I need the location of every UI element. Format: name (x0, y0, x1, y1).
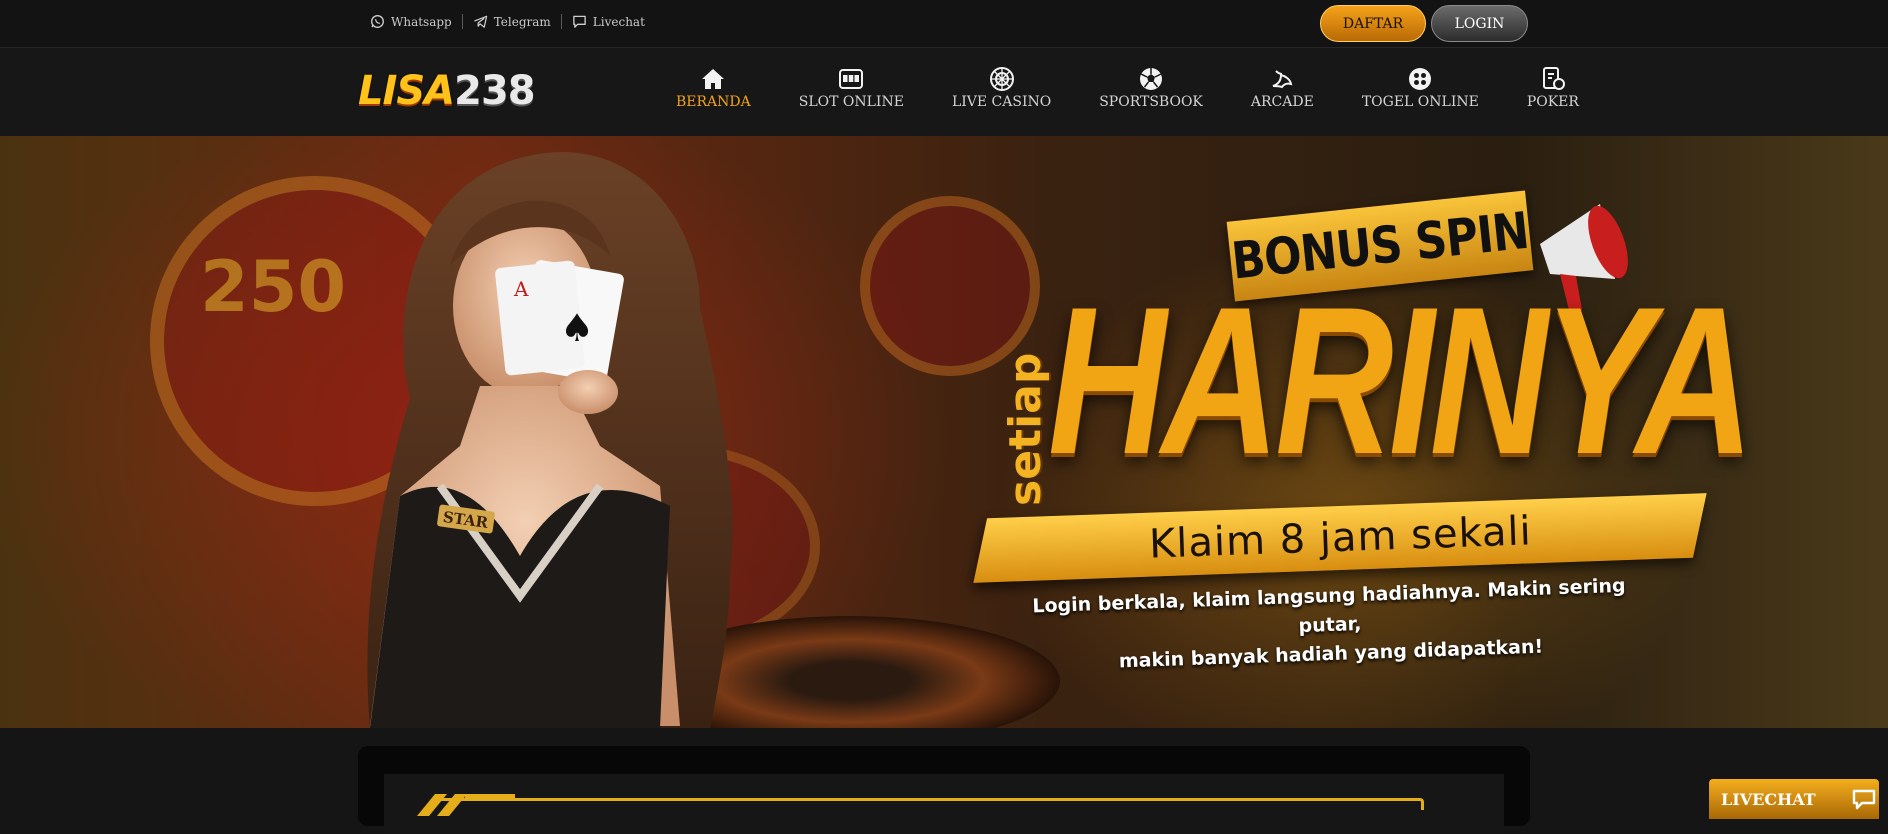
nav-item-slot-online[interactable]: SLOT ONLINE (775, 66, 928, 110)
chat-bubble-icon (1852, 789, 1876, 810)
klaim-text: Klaim 8 jam sekali (1147, 508, 1533, 568)
livechat-widget-label: LIVECHAT (1721, 789, 1816, 809)
chip-value: 250 (200, 246, 347, 328)
nav-label: POKER (1526, 94, 1579, 110)
whatsapp-link[interactable]: Whatsapp (370, 14, 462, 29)
lottery-icon (1409, 68, 1432, 90)
telegram-label: Telegram (493, 14, 551, 29)
poker-card-icon (1542, 67, 1565, 90)
nav-label: SLOT ONLINE (798, 94, 904, 110)
promo-banner[interactable]: 250 A ♠ STAR BONUS SPIN setiap HARINYA K… (0, 136, 1888, 728)
livechat-widget[interactable]: LIVECHAT (1709, 779, 1879, 819)
register-button[interactable]: DAFTAR (1320, 5, 1426, 42)
contact-links: Whatsapp Telegram Livechat (370, 14, 655, 29)
klaim-ribbon: Klaim 8 jam sekali (973, 493, 1707, 583)
site-logo[interactable]: LISA 238 (358, 66, 536, 116)
fish-icon (1272, 70, 1293, 89)
login-button[interactable]: LOGIN (1431, 5, 1528, 42)
roulette-icon (989, 67, 1014, 91)
soccer-ball-icon (1140, 68, 1163, 90)
setiap-text: setiap (1000, 352, 1051, 506)
whatsapp-icon (371, 15, 384, 28)
main-nav: BERANDA SLOT ONLINE LIVE CASINO SPORTSBO… (652, 66, 1603, 110)
svg-text:♠: ♠ (560, 306, 594, 350)
headline-text: HARINYA (1048, 263, 1754, 498)
main-header: LISA 238 BERANDA SLOT ONLINE LIVE CASINO… (0, 48, 1888, 136)
nav-item-arcade[interactable]: ARCADE (1227, 66, 1338, 110)
livechat-link[interactable]: Livechat (560, 14, 655, 29)
telegram-icon (473, 15, 487, 28)
nav-item-poker[interactable]: POKER (1503, 66, 1603, 110)
nav-label: ARCADE (1250, 94, 1314, 110)
telegram-link[interactable]: Telegram (461, 14, 561, 29)
hostess-image: A ♠ STAR (367, 152, 733, 728)
auth-buttons: DAFTAR LOGIN (1320, 5, 1528, 42)
whatsapp-label: Whatsapp (391, 14, 452, 29)
nav-label: BERANDA (676, 94, 751, 110)
promo-headline-group: BONUS SPIN setiap HARINYA Klaim 8 jam se… (960, 166, 1754, 686)
home-icon (702, 69, 725, 89)
nav-item-sportsbook[interactable]: SPORTSBOOK (1075, 66, 1227, 110)
nav-item-live-casino[interactable]: LIVE CASINO (928, 66, 1075, 110)
logo-text-part1: LISA (358, 68, 455, 114)
nav-item-togel-online[interactable]: TOGEL ONLINE (1338, 66, 1503, 110)
logo-text-part2: 238 (454, 68, 535, 114)
top-bar: Whatsapp Telegram Livechat DAFTAR LOGIN (0, 0, 1888, 48)
card-frame-stripe (430, 798, 1424, 810)
livechat-link-label: Livechat (592, 14, 645, 29)
nav-label: SPORTSBOOK (1099, 94, 1203, 110)
banner-subtext: Login berkala, klaim langsung hadiahnya.… (1019, 571, 1642, 680)
chat-bubble-icon (573, 15, 586, 28)
svg-text:A: A (513, 277, 529, 301)
nav-label: LIVE CASINO (951, 94, 1052, 110)
nav-item-beranda[interactable]: BERANDA (652, 66, 775, 110)
slot-machine-icon (839, 69, 864, 89)
nav-label: TOGEL ONLINE (1361, 94, 1479, 110)
